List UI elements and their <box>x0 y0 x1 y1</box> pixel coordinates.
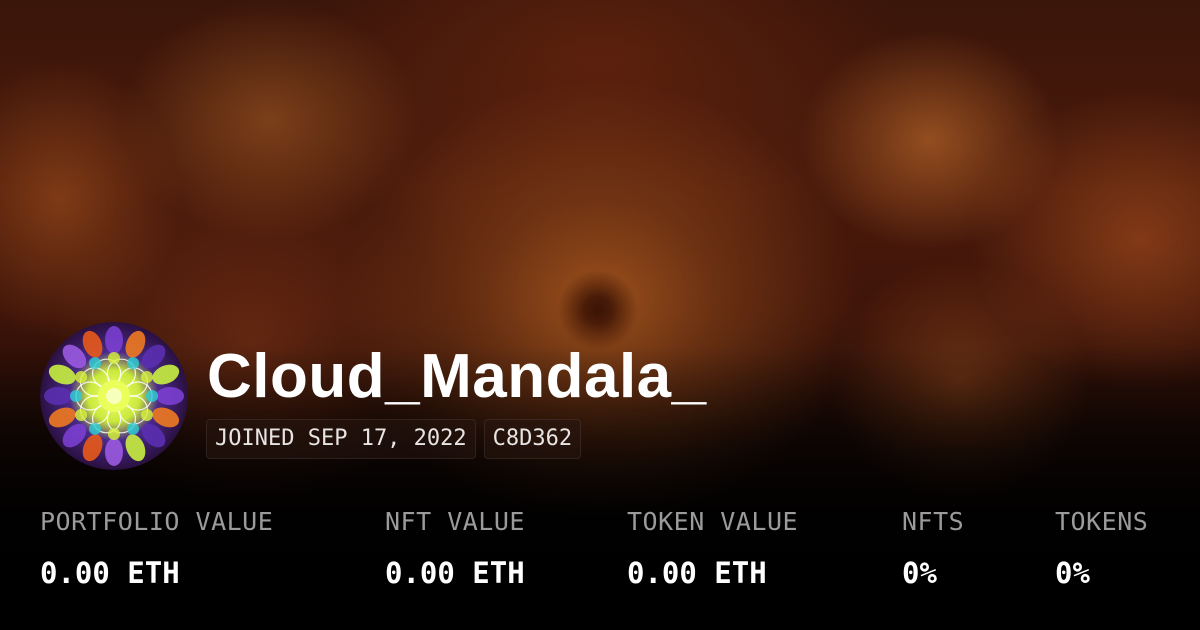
stat-value: 0.00 ETH <box>627 556 767 590</box>
stat-label: TOKEN VALUE <box>627 507 799 536</box>
stat-nft-value: NFT VALUE 0.00 ETH <box>385 505 525 591</box>
profile-name: Cloud_Mandala_ <box>207 342 707 411</box>
profile-badges: JOINED SEP 17, 2022 C8D362 <box>206 419 582 459</box>
stat-label: NFT VALUE <box>385 507 525 536</box>
stat-value: 0% <box>902 556 937 590</box>
stat-value: 0% <box>1055 556 1090 590</box>
profile-card: Cloud_Mandala_ JOINED SEP 17, 2022 C8D36… <box>0 0 1200 630</box>
stat-tokens: TOKENS 0% <box>1055 505 1148 591</box>
mandala-avatar-icon <box>40 322 188 470</box>
stat-value: 0.00 ETH <box>385 556 525 590</box>
stat-token-value: TOKEN VALUE 0.00 ETH <box>627 505 798 591</box>
joined-date-badge: JOINED SEP 17, 2022 <box>206 419 476 459</box>
address-tag-badge: C8D362 <box>483 419 582 459</box>
stat-label: NFTS <box>902 507 965 536</box>
stat-portfolio-value: PORTFOLIO VALUE 0.00 ETH <box>40 505 273 591</box>
stat-value: 0.00 ETH <box>40 556 180 590</box>
stat-label: TOKENS <box>1055 507 1149 536</box>
stat-nfts: NFTS 0% <box>902 505 964 591</box>
stat-label: PORTFOLIO VALUE <box>40 507 274 536</box>
